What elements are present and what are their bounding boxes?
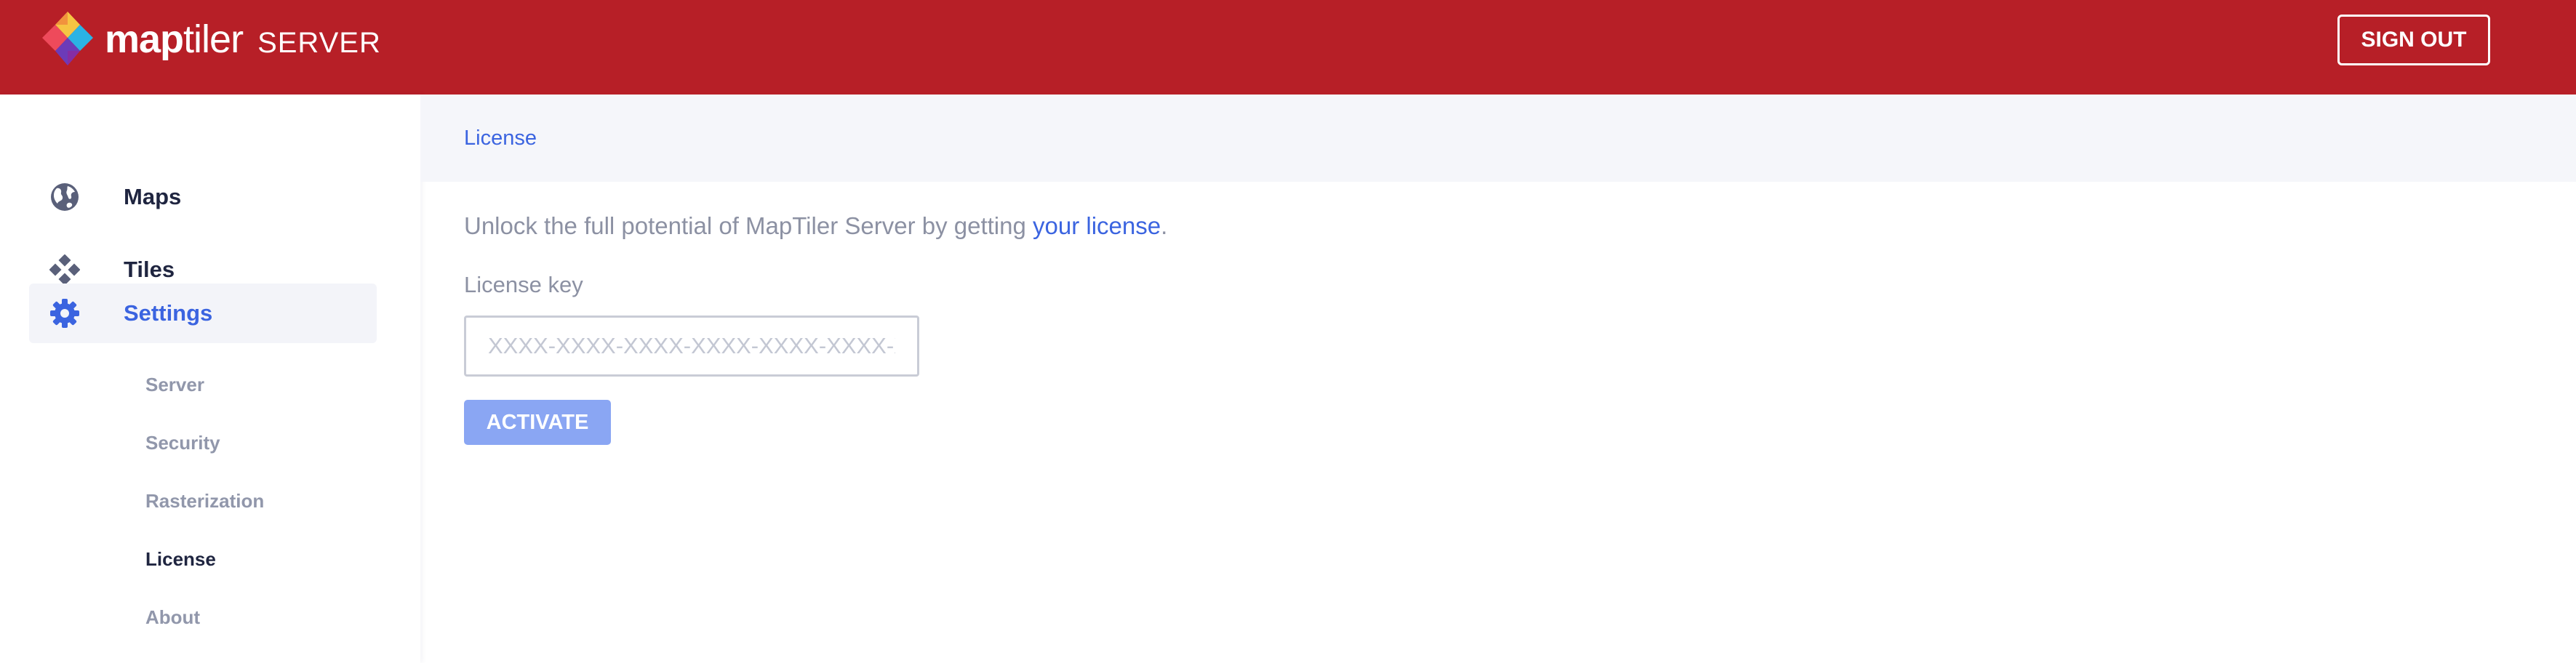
breadcrumb-license[interactable]: License bbox=[464, 126, 537, 150]
sign-out-button[interactable]: SIGN OUT bbox=[2337, 15, 2490, 65]
sidebar-item-label: Settings bbox=[124, 300, 213, 326]
license-key-label: License key bbox=[464, 272, 583, 297]
sidebar-item-label: Tiles bbox=[124, 257, 175, 282]
tiles-icon bbox=[49, 254, 80, 285]
logo-product-name: SERVER bbox=[257, 27, 381, 59]
sidebar-item-label: Maps bbox=[124, 184, 182, 209]
sidebar-subitem-server[interactable]: Server bbox=[145, 374, 204, 396]
breadcrumb-bar: License bbox=[420, 95, 2576, 182]
sidebar-subitem-rasterization[interactable]: Rasterization bbox=[145, 490, 264, 513]
top-bar: map tiler SERVER SIGN OUT bbox=[0, 0, 2576, 95]
globe-icon bbox=[49, 182, 80, 212]
logo-word-map: map bbox=[105, 17, 184, 61]
maptiler-logo[interactable]: map tiler SERVER bbox=[41, 10, 381, 68]
activate-button[interactable]: ACTIVATE bbox=[464, 400, 611, 445]
your-license-link[interactable]: your license bbox=[1033, 212, 1161, 239]
sidebar-subitem-license[interactable]: License bbox=[145, 548, 216, 571]
gear-icon bbox=[49, 298, 80, 329]
sidebar-subitem-about[interactable]: About bbox=[145, 606, 200, 629]
intro-text: Unlock the full potential of MapTiler Se… bbox=[464, 212, 1033, 239]
sidebar-item-maps[interactable]: Maps bbox=[29, 167, 377, 227]
license-intro-text: Unlock the full potential of MapTiler Se… bbox=[464, 212, 1167, 240]
license-key-input[interactable] bbox=[464, 316, 919, 377]
intro-suffix: . bbox=[1161, 212, 1168, 239]
logo-word-tiler: tiler bbox=[183, 17, 244, 61]
sidebar: Maps Tiles Settings Server Security Rast… bbox=[0, 95, 420, 663]
sidebar-item-settings[interactable]: Settings bbox=[29, 284, 377, 343]
sidebar-subitem-security[interactable]: Security bbox=[145, 432, 220, 454]
maptiler-logo-icon bbox=[42, 12, 93, 65]
